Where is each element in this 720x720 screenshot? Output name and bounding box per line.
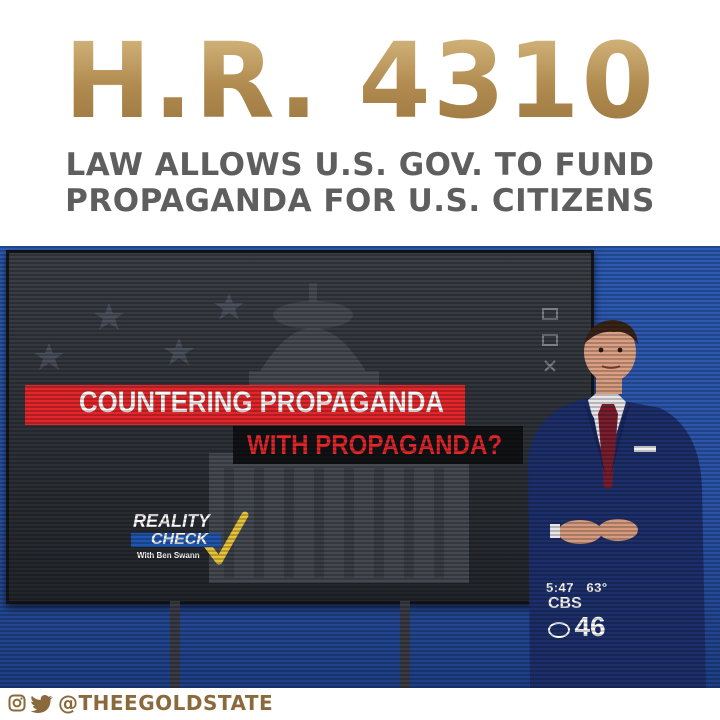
monitor-stand-left [170,601,180,688]
presenter-figure [528,320,706,688]
instagram-icon [8,694,26,712]
station-logo: CBS 46 [548,596,606,642]
twitter-icon [30,695,53,713]
broadcast-temperature: 63° [586,580,608,595]
station-number: 46 [574,611,606,642]
monitor-stand-right [400,601,410,688]
studio-monitor: COUNTERING PROPAGANDA WITH PROPAGANDA? R… [6,250,594,604]
broadcast-time-temp: 5:47 63° [546,580,608,595]
subheadline-line2: PROPAGANDA FOR U.S. CITIZENS [65,183,655,219]
logo-byline: With Ben Swann [137,551,200,560]
subheadline-line1: LAW ALLOWS U.S. GOV. TO FUND [65,147,655,183]
logo-word-check: CHECK [151,531,208,548]
banner-line2: WITH PROPAGANDA? [247,429,503,460]
broadcast-time: 5:47 [546,580,575,595]
station-call: CBS [548,595,582,612]
broadcast-still: COUNTERING PROPAGANDA WITH PROPAGANDA? R… [0,246,720,688]
logo-word-reality: REALITY [133,511,211,531]
cbs-eye-icon [548,622,570,638]
headline-title: H.R. 4310 [0,26,720,136]
reality-check-logo: REALITY CHECK With Ben Swann [129,509,249,573]
social-handle: @THEEGOLDSTATE [58,691,274,715]
banner-line1: COUNTERING PROPAGANDA [79,386,445,419]
